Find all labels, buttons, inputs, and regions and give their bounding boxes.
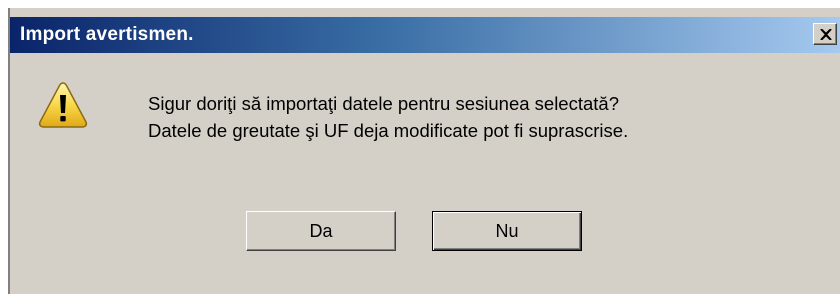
close-button[interactable] [813, 23, 837, 45]
close-icon [820, 29, 832, 40]
message-line-1: Sigur doriţi să importaţi datele pentru … [148, 93, 619, 114]
warning-icon [38, 82, 88, 128]
message-line-2: Datele de greutate şi UF deja modificate… [148, 120, 629, 141]
dialog-titlebar[interactable]: Import avertismen. [10, 17, 840, 53]
no-button[interactable]: Nu [432, 211, 582, 251]
warning-dialog: Import avertismen. Sigur doriţi să impor… [8, 8, 840, 294]
dialog-message: Sigur doriţi să importaţi datele pentru … [148, 90, 628, 144]
yes-button[interactable]: Da [246, 211, 396, 251]
dialog-title: Import avertismen. [20, 24, 194, 45]
